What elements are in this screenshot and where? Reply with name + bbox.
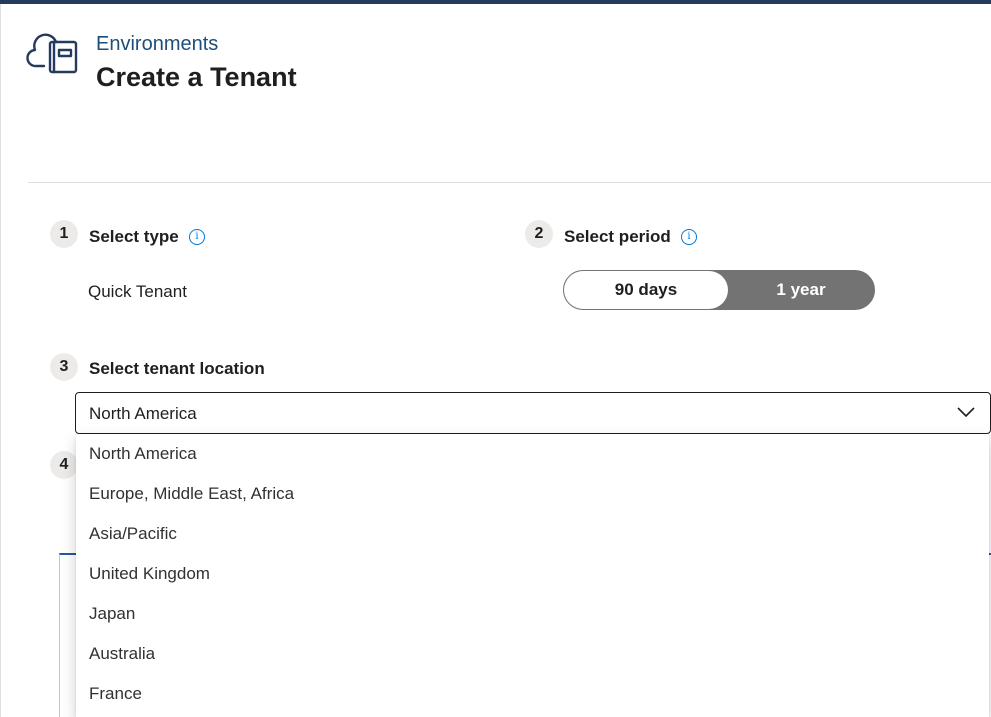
step-3-badge: 3 <box>50 353 78 381</box>
tenant-type-value: Quick Tenant <box>88 282 187 301</box>
left-border <box>0 4 1 717</box>
period-option-1-year[interactable]: 1 year <box>728 271 874 309</box>
chevron-down-icon <box>957 407 975 418</box>
location-option-united-kingdom[interactable]: United Kingdom <box>76 554 989 594</box>
step-1-label: Select type <box>89 227 179 246</box>
step-4-badge: 4 <box>50 451 78 479</box>
breadcrumb[interactable]: Environments <box>96 33 218 56</box>
location-select[interactable]: North America <box>75 392 991 434</box>
cloud-book-icon <box>26 30 80 78</box>
period-info-icon[interactable]: i <box>681 229 697 245</box>
top-accent-bar <box>0 0 991 4</box>
step-2-label: Select period <box>564 227 671 246</box>
step-3-label: Select tenant location <box>89 359 265 378</box>
type-info-icon[interactable]: i <box>189 229 205 245</box>
location-option-emea[interactable]: Europe, Middle East, Africa <box>76 474 989 514</box>
location-option-north-america[interactable]: North America <box>76 434 989 474</box>
location-option-france[interactable]: France <box>76 674 989 714</box>
step-1-badge: 1 <box>50 220 78 248</box>
header-divider <box>28 182 991 183</box>
page-title: Create a Tenant <box>96 62 297 92</box>
location-option-australia[interactable]: Australia <box>76 634 989 674</box>
location-dropdown-list: North America Europe, Middle East, Afric… <box>76 434 989 717</box>
period-option-90-days[interactable]: 90 days <box>564 271 728 309</box>
location-option-japan[interactable]: Japan <box>76 594 989 634</box>
location-option-asia-pacific[interactable]: Asia/Pacific <box>76 514 989 554</box>
location-select-value: North America <box>89 404 197 423</box>
period-toggle[interactable]: 90 days 1 year <box>563 270 875 310</box>
step-2-badge: 2 <box>525 220 553 248</box>
